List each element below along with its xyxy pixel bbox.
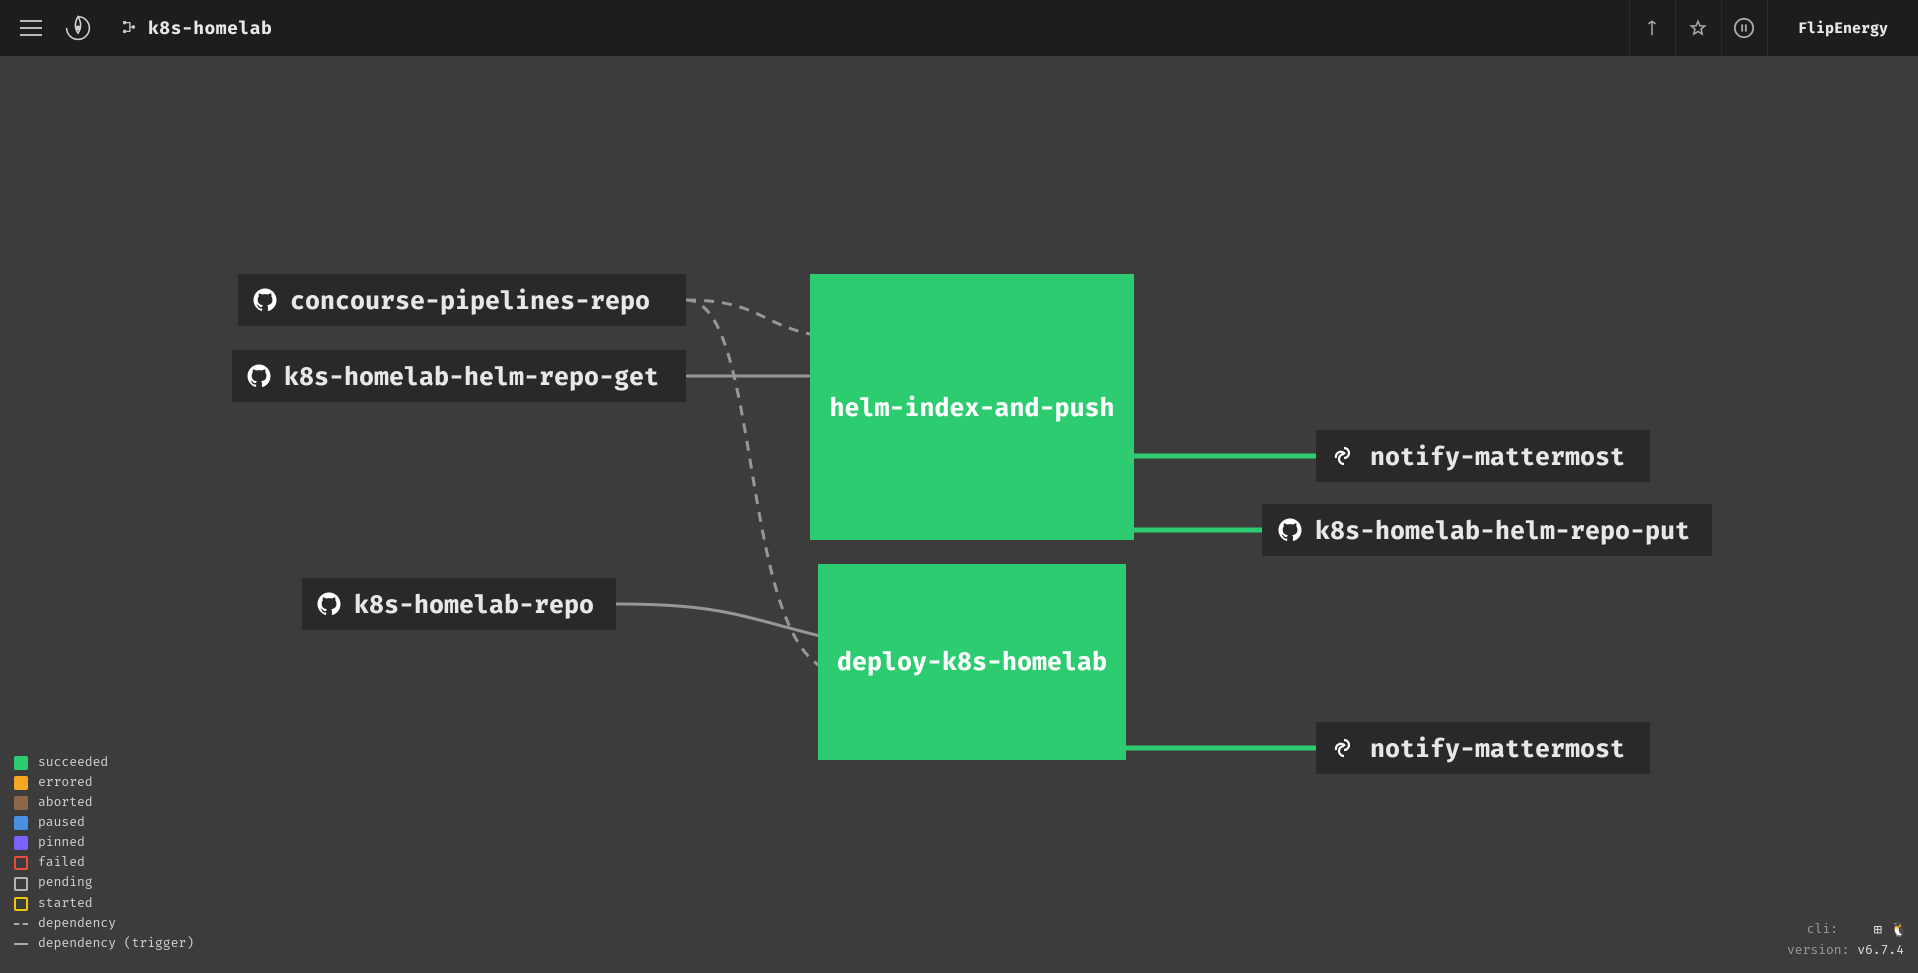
job-label: helm-index-and-push xyxy=(829,393,1114,423)
resource-label: notify-mattermost xyxy=(1370,734,1625,764)
legend-aborted: aborted xyxy=(14,793,194,813)
apple-icon[interactable] xyxy=(1846,923,1860,937)
favorite-button[interactable] xyxy=(1675,0,1721,56)
version-value: v6.7.4 xyxy=(1857,943,1904,958)
job-deploy-k8s-homelab[interactable]: deploy-k8s-homelab xyxy=(818,564,1126,760)
resource-helm-repo-get[interactable]: k8s-homelab-helm-repo-get xyxy=(232,350,686,402)
pin-button[interactable] xyxy=(1629,0,1675,56)
user-menu[interactable]: FlipEnergy xyxy=(1767,0,1918,56)
edge-concourse-repo-to-deploy xyxy=(686,300,820,666)
breadcrumb: k8s-homelab xyxy=(122,17,272,39)
legend-pinned: pinned xyxy=(14,833,194,853)
version-label: version: xyxy=(1787,943,1849,958)
resource-homelab-repo[interactable]: k8s-homelab-repo xyxy=(302,578,616,630)
edge-homelab-repo-to-deploy xyxy=(616,604,820,636)
pipeline-name[interactable]: k8s-homelab xyxy=(148,17,272,39)
legend-paused: paused xyxy=(14,813,194,833)
job-label: deploy-k8s-homelab xyxy=(837,647,1107,677)
pause-button[interactable] xyxy=(1721,0,1767,56)
linux-icon[interactable]: 🐧 xyxy=(1890,923,1904,937)
legend-succeeded: succeeded xyxy=(14,753,194,773)
pipeline-canvas[interactable]: concourse-pipelines-repo k8s-homelab-hel… xyxy=(0,56,1918,968)
concourse-logo-icon[interactable] xyxy=(64,14,92,42)
job-helm-index-and-push[interactable]: helm-index-and-push xyxy=(810,274,1134,540)
resource-notify-mattermost-1[interactable]: notify-mattermost xyxy=(1316,430,1650,482)
legend-pending: pending xyxy=(14,873,194,893)
cli-label: cli: xyxy=(1807,922,1838,937)
footer-right: cli: ⊞ 🐧 version: v6.7.4 xyxy=(1787,922,1904,958)
resource-label: notify-mattermost xyxy=(1370,442,1625,472)
resource-concourse-pipelines-repo[interactable]: concourse-pipelines-repo xyxy=(238,274,686,326)
legend-failed: failed xyxy=(14,853,194,873)
resource-notify-mattermost-2[interactable]: notify-mattermost xyxy=(1316,722,1650,774)
hamburger-menu[interactable] xyxy=(20,20,42,36)
resource-label: concourse-pipelines-repo xyxy=(290,286,650,316)
top-bar: k8s-homelab FlipEnergy xyxy=(0,0,1918,56)
legend-started: started xyxy=(14,894,194,914)
legend-errored: errored xyxy=(14,773,194,793)
legend-dependency-trigger: dependency (trigger) xyxy=(14,934,194,954)
pipeline-icon xyxy=(122,17,136,39)
legend-dependency: dependency xyxy=(14,914,194,934)
legend: succeeded errored aborted paused pinned … xyxy=(14,753,194,954)
edge-concourse-repo-to-helm xyxy=(686,300,820,336)
user-name: FlipEnergy xyxy=(1798,19,1888,37)
resource-label: k8s-homelab-helm-repo-put xyxy=(1315,516,1690,546)
resource-helm-repo-put[interactable]: k8s-homelab-helm-repo-put xyxy=(1262,504,1712,556)
resource-label: k8s-homelab-helm-repo-get xyxy=(284,362,659,392)
resource-label: k8s-homelab-repo xyxy=(354,590,594,620)
windows-icon[interactable]: ⊞ xyxy=(1868,923,1882,937)
